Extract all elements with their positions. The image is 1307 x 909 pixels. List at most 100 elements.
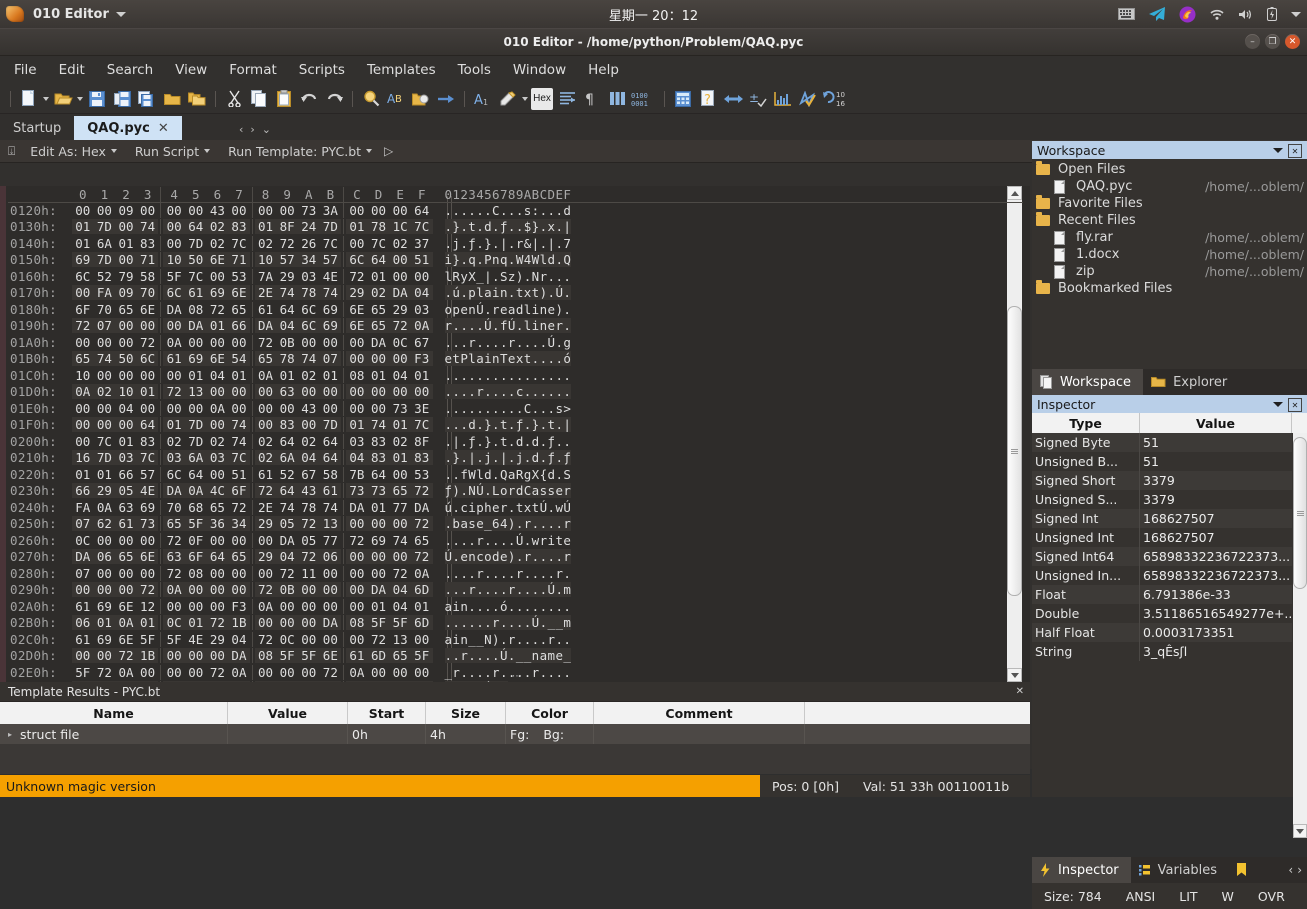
hex-byte[interactable]: 03 [115,450,137,465]
hex-row[interactable]: 02E0h:5F720A000000720A000000720A000000_r… [8,664,571,681]
hex-byte[interactable]: 00 [115,566,137,581]
hex-byte[interactable]: 00 [389,269,411,284]
hex-byte[interactable]: 68 [185,500,207,515]
expander-icon[interactable]: ▸ [4,730,20,739]
hex-byte[interactable]: 71 [228,252,250,267]
hex-byte[interactable]: 72 [255,335,277,350]
hex-byte[interactable]: 0B [276,582,298,597]
hex-byte[interactable]: 5F [298,648,320,663]
ascii-text[interactable]: ain__N).r....r.. [445,632,572,647]
hex-byte[interactable]: 72 [255,632,277,647]
hex-byte[interactable]: 72 [255,483,277,498]
ascii-text[interactable]: lRyX_|.Sz).Nr... [445,269,572,284]
ascii-text[interactable]: .}.|.j.|.j.d.ƒ.ƒ [445,450,572,465]
hex-byte[interactable]: 72 [163,533,185,548]
hex-byte[interactable]: 53 [411,467,433,482]
hex-byte[interactable]: 69 [94,599,116,614]
hex-byte[interactable]: 69 [94,632,116,647]
hex-byte[interactable]: 00 [94,417,116,432]
table-row[interactable]: Signed Short3379 [1032,471,1307,490]
inspector-scrollbar-lower[interactable] [1293,633,1307,838]
status-write-mode[interactable]: W [1210,889,1246,904]
hex-byte[interactable]: 00 [368,566,390,581]
hex-byte[interactable]: DA [72,549,94,564]
hex-row[interactable]: 01B0h:6574506C61696E5465787407000000F3et… [8,351,571,368]
hex-byte[interactable]: 7C [228,450,250,465]
hex-byte[interactable]: 29 [255,516,277,531]
hex-byte[interactable]: 74 [389,533,411,548]
hex-byte[interactable]: 61 [255,302,277,317]
hex-byte[interactable]: 6E [115,599,137,614]
wifi-icon[interactable] [1209,8,1225,21]
hex-byte[interactable]: 05 [115,483,137,498]
hex-byte[interactable]: 64 [368,252,390,267]
hex-byte[interactable]: 7D [185,434,207,449]
hex-byte[interactable]: 00 [94,368,116,383]
hex-byte[interactable]: 00 [320,582,342,597]
hex-byte[interactable]: 00 [389,384,411,399]
hex-byte[interactable]: 36 [207,516,229,531]
tab-bookmarks[interactable] [1229,857,1259,883]
hex-byte[interactable]: 02 [298,368,320,383]
hex-byte[interactable]: 6C [72,269,94,284]
hex-byte[interactable]: 57 [137,467,159,482]
hex-byte[interactable]: 01 [115,434,137,449]
hex-byte[interactable]: 83 [137,236,159,251]
hex-byte[interactable]: 00 [228,533,250,548]
hex-byte[interactable]: 69 [320,302,342,317]
hex-byte[interactable]: 51 [228,467,250,482]
hex-byte[interactable]: 02 [163,434,185,449]
hex-byte[interactable]: 6F [228,483,250,498]
column-mode-icon[interactable] [606,88,628,110]
ascii-text[interactable]: ..fWld.QaRgX{d.S [445,467,572,482]
menu-window[interactable]: Window [513,62,566,78]
hex-byte[interactable]: 02 [207,434,229,449]
hex-byte[interactable]: 72 [94,665,116,680]
hex-byte[interactable]: 00 [207,582,229,597]
hex-byte[interactable]: 72 [207,665,229,680]
table-row[interactable]: Signed Byte51 [1032,433,1307,452]
hex-byte[interactable]: 61 [115,516,137,531]
hex-byte[interactable]: 72 [411,549,433,564]
hex-byte[interactable]: 00 [94,203,116,218]
hex-byte[interactable]: 64 [185,467,207,482]
hex-byte[interactable]: 72 [346,269,368,284]
hex-byte[interactable]: 07 [94,318,116,333]
hex-byte[interactable]: 74 [94,351,116,366]
hex-byte[interactable]: 02 [368,285,390,300]
hex-byte[interactable]: 58 [320,467,342,482]
hex-byte[interactable]: 73 [298,203,320,218]
column-header-name[interactable]: Name [0,702,228,724]
close-icon[interactable]: ✕ [1288,144,1302,158]
hex-byte[interactable]: 69 [185,351,207,366]
hex-byte[interactable]: 65 [389,483,411,498]
hex-byte[interactable]: 29 [255,549,277,564]
replace-icon[interactable]: AB [385,88,407,110]
hex-byte[interactable]: 07 [320,351,342,366]
hex-byte[interactable]: 6E [137,549,159,564]
unity-app-name[interactable]: 010 Editor [33,7,109,22]
hex-byte[interactable]: 37 [411,236,433,251]
hex-byte[interactable]: 65 [72,351,94,366]
hex-byte[interactable]: 01 [185,368,207,383]
hex-row[interactable]: 0250h:07626173655F36342905721300000072.b… [8,516,571,533]
hex-byte[interactable]: 0F [185,533,207,548]
hex-byte[interactable]: 00 [72,203,94,218]
hex-byte[interactable]: 5F [411,648,433,663]
table-row[interactable]: Signed Int168627507 [1032,509,1307,528]
hex-byte[interactable]: 00 [346,582,368,597]
column-header-value[interactable]: Value [228,702,348,724]
save-icon[interactable] [86,88,108,110]
hex-byte[interactable]: 8F [276,219,298,234]
table-row[interactable]: Float6.791386e-33 [1032,585,1307,604]
inspector-scrollbar[interactable] [1293,433,1307,633]
verify-icon[interactable] [797,88,819,110]
hex-byte[interactable]: 13 [389,632,411,647]
compare-icon[interactable] [722,88,744,110]
hex-byte[interactable]: 00 [368,384,390,399]
hex-byte[interactable]: 01 [389,417,411,432]
ascii-text[interactable]: ....r....c...... [445,384,572,399]
hex-byte[interactable]: 00 [115,368,137,383]
hex-byte[interactable]: 00 [137,318,159,333]
hex-byte[interactable]: 00 [115,252,137,267]
